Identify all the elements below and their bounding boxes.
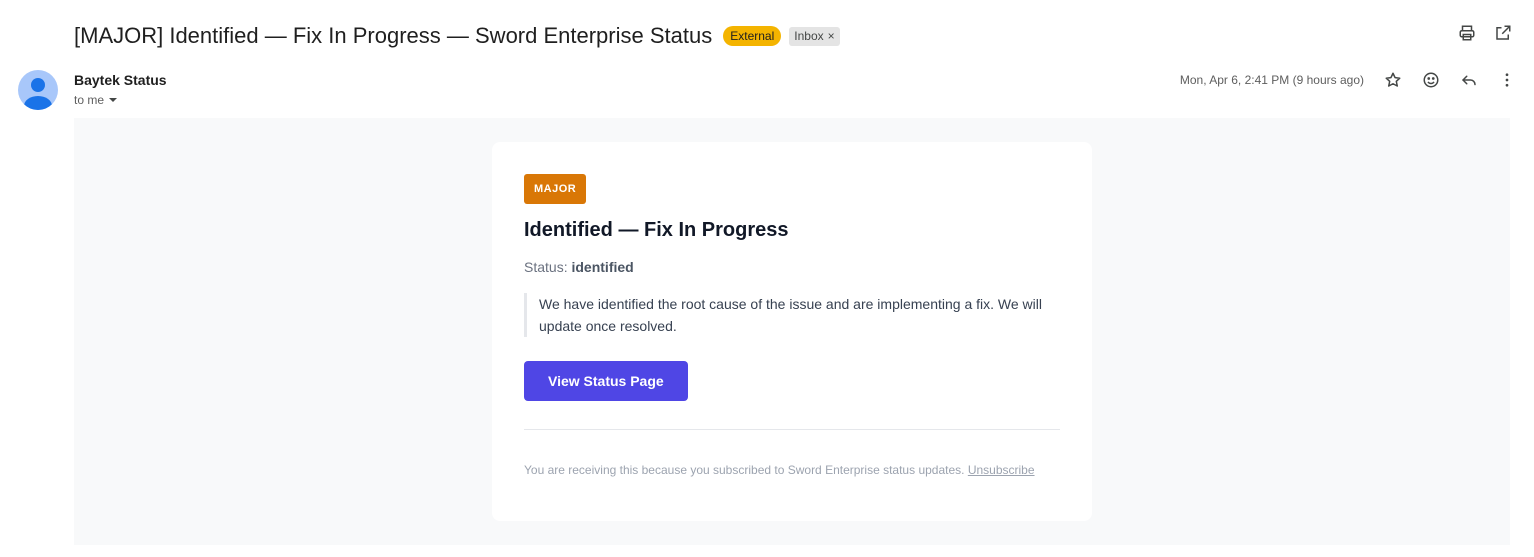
message-meta: Mon, Apr 6, 2:41 PM (9 hours ago) bbox=[1180, 68, 1516, 92]
subject-row: [MAJOR] Identified — Fix In Progress — S… bbox=[74, 20, 1534, 52]
top-actions bbox=[1458, 24, 1512, 42]
incident-message: We have identified the root cause of the… bbox=[524, 293, 1054, 337]
inbox-label-text: Inbox bbox=[794, 28, 824, 43]
inbox-label[interactable]: Inbox × bbox=[789, 26, 840, 46]
recipient-details[interactable]: to me bbox=[74, 93, 118, 107]
email-footer: You are receiving this because you subsc… bbox=[524, 463, 1060, 477]
reply-icon[interactable] bbox=[1460, 71, 1478, 89]
footer-text: You are receiving this because you subsc… bbox=[524, 463, 965, 477]
print-icon[interactable] bbox=[1458, 24, 1476, 42]
sender-name[interactable]: Baytek Status bbox=[74, 72, 167, 88]
divider bbox=[524, 429, 1060, 430]
avatar[interactable] bbox=[18, 70, 58, 110]
to-me-label: to me bbox=[74, 93, 105, 107]
more-icon[interactable] bbox=[1498, 71, 1516, 89]
remove-label-icon[interactable]: × bbox=[828, 29, 835, 44]
external-label[interactable]: External bbox=[723, 26, 782, 46]
email-subject: [MAJOR] Identified — Fix In Progress — S… bbox=[74, 23, 713, 48]
email-body: MAJOR Identified — Fix In Progress Statu… bbox=[74, 118, 1510, 545]
message-date: Mon, Apr 6, 2:41 PM (9 hours ago) bbox=[1179, 73, 1364, 87]
star-icon[interactable] bbox=[1384, 71, 1402, 89]
person-icon bbox=[24, 78, 52, 110]
status-card: MAJOR Identified — Fix In Progress Statu… bbox=[492, 142, 1092, 521]
view-status-page-button[interactable]: View Status Page bbox=[524, 361, 688, 401]
open-in-new-icon[interactable] bbox=[1494, 24, 1512, 42]
incident-title: Identified — Fix In Progress bbox=[524, 219, 789, 241]
status-label: Status: bbox=[524, 259, 568, 275]
unsubscribe-link[interactable]: Unsubscribe bbox=[968, 463, 1035, 477]
status-value: identified bbox=[571, 259, 634, 275]
message-actions bbox=[1384, 71, 1516, 89]
chevron-down-icon[interactable] bbox=[108, 95, 118, 105]
status-line: Status: identified bbox=[524, 259, 1060, 275]
severity-badge: MAJOR bbox=[524, 174, 587, 204]
emoji-icon[interactable] bbox=[1422, 71, 1440, 89]
